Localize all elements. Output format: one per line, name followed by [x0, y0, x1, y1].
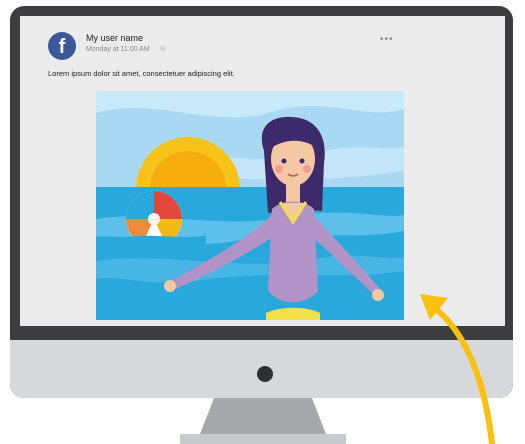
more-options-button[interactable]: ••• [380, 34, 394, 45]
post-username[interactable]: My user name [86, 33, 143, 43]
facebook-logo-icon[interactable]: f [48, 32, 76, 60]
post-image[interactable] [96, 91, 404, 320]
beach-illustration [96, 91, 404, 320]
post-timestamp[interactable]: Monday at 11:00 AM ☉ [86, 45, 166, 53]
monitor-stand [180, 398, 346, 444]
timestamp-text: Monday at 11:00 AM [86, 46, 150, 53]
power-button [257, 366, 273, 382]
water-over-ball [116, 235, 206, 254]
globe-icon: ☉ [159, 46, 166, 53]
post-text: Lorem ipsum dolor sit amet, consectetuer… [48, 69, 235, 78]
